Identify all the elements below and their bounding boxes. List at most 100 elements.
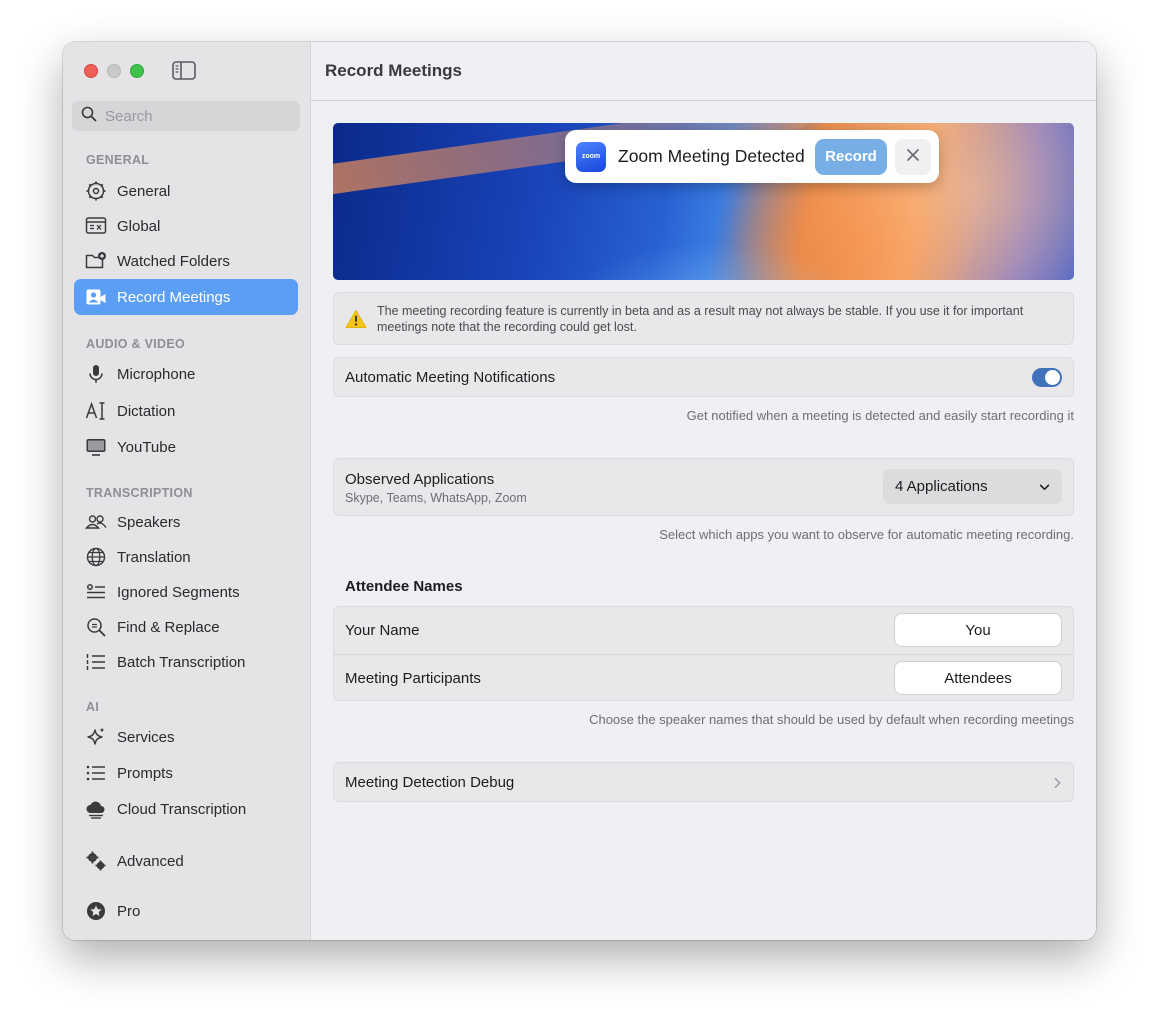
sidebar-item-label: Prompts [117, 764, 173, 782]
sidebar-item-ignored-segments[interactable]: Ignored Segments [74, 574, 298, 610]
meeting-detected-notification: zoom Zoom Meeting Detected Record [565, 130, 939, 183]
sidebar-item-label: Dictation [117, 402, 176, 420]
sidebar-item-label: Microphone [117, 365, 196, 383]
numbered-list-icon [85, 651, 107, 673]
chevron-down-icon [1039, 478, 1050, 495]
observed-applications-row: Observed Applications Skype, Teams, What… [333, 458, 1074, 516]
sidebar-item-label: General [117, 182, 171, 200]
main-content: Record Meetings zoom Zoom Meeting Detect… [311, 42, 1096, 940]
minimize-window-button[interactable] [107, 64, 121, 78]
sidebar-item-label: Speakers [117, 513, 181, 531]
dismiss-notification-button[interactable] [895, 138, 931, 175]
notification-text: Zoom Meeting Detected [618, 146, 805, 166]
magnifier-icon [85, 616, 107, 638]
search-field[interactable] [72, 101, 300, 131]
list-x-icon [85, 581, 107, 603]
sidebar-item-services[interactable]: Services [74, 719, 298, 755]
your-name-row: Your Name [334, 607, 1073, 654]
sidebar-item-label: Translation [117, 548, 191, 566]
sparkles-icon [85, 726, 107, 748]
meeting-detection-debug-label: Meeting Detection Debug [345, 774, 515, 791]
maximize-window-button[interactable] [130, 64, 144, 78]
warning-text: The meeting recording feature is current… [377, 303, 1024, 334]
sidebar-item-youtube[interactable]: YouTube [74, 429, 298, 465]
observed-applications-hint: Select which apps you want to observe fo… [659, 527, 1074, 542]
section-general: GENERAL [86, 153, 150, 167]
sidebar-item-label: Find & Replace [117, 618, 220, 636]
zoom-app-icon: zoom [576, 141, 606, 172]
sidebar-item-advanced[interactable]: Advanced [74, 843, 298, 879]
section-transcription: TRANSCRIPTION [86, 486, 193, 500]
sidebar-item-pro[interactable]: Pro [74, 893, 298, 929]
sidebar-item-speakers[interactable]: Speakers [74, 504, 298, 540]
folder-badge-icon [85, 250, 107, 272]
sidebar-toggle-icon[interactable] [172, 61, 196, 80]
auto-notifications-row: Automatic Meeting Notifications [333, 357, 1074, 397]
your-name-field[interactable] [894, 613, 1062, 647]
applications-select-value: 4 Applications [895, 478, 988, 495]
sidebar-item-prompts[interactable]: Prompts [74, 755, 298, 791]
sidebar-item-find-replace[interactable]: Find & Replace [74, 609, 298, 645]
display-icon [85, 436, 107, 458]
record-button[interactable]: Record [815, 138, 887, 175]
section-audio-video: AUDIO & VIDEO [86, 337, 186, 351]
sidebar-item-batch-transcription[interactable]: Batch Transcription [74, 644, 298, 680]
warning-icon [345, 309, 367, 329]
sidebar-item-watched-folders[interactable]: Watched Folders [74, 243, 298, 279]
keyboard-window-icon [85, 215, 107, 237]
sidebar-item-label: Cloud Transcription [117, 800, 247, 818]
page-title: Record Meetings [325, 61, 462, 80]
search-icon [81, 106, 97, 127]
sidebar-item-general[interactable]: General [74, 173, 298, 209]
sidebar-item-label: Advanced [117, 852, 184, 870]
auto-notifications-hint: Get notified when a meeting is detected … [686, 408, 1074, 423]
titlebar: Record Meetings [311, 42, 1096, 101]
meeting-detection-debug-row[interactable]: Meeting Detection Debug [333, 762, 1074, 802]
sidebar: GENERAL General Global Watched Folders R… [63, 42, 311, 940]
sidebar-item-record-meetings[interactable]: Record Meetings [74, 279, 298, 315]
search-input[interactable] [105, 107, 285, 125]
attendee-names-heading: Attendee Names [345, 578, 463, 595]
meeting-participants-field[interactable] [894, 661, 1062, 695]
close-icon [906, 148, 920, 165]
sidebar-item-label: Batch Transcription [117, 653, 246, 671]
sidebar-item-dictation[interactable]: Dictation [74, 393, 298, 429]
sidebar-item-translation[interactable]: Translation [74, 539, 298, 575]
star-circle-icon [85, 900, 107, 922]
gear-icon [85, 180, 107, 202]
globe-icon [85, 546, 107, 568]
sidebar-item-label: Services [117, 728, 175, 746]
applications-select[interactable]: 4 Applications [883, 469, 1062, 504]
sidebar-item-label: Record Meetings [117, 288, 231, 306]
sidebar-item-label: Pro [117, 902, 141, 920]
people-icon [85, 511, 107, 533]
sidebar-item-label: YouTube [117, 438, 176, 456]
gears-icon [85, 850, 107, 872]
settings-window: GENERAL General Global Watched Folders R… [63, 42, 1096, 940]
attendee-names-card: Your Name Meeting Participants [333, 606, 1074, 701]
auto-notifications-toggle[interactable] [1032, 368, 1062, 387]
close-window-button[interactable] [84, 64, 98, 78]
meeting-participants-row: Meeting Participants [334, 654, 1073, 701]
sidebar-item-microphone[interactable]: Microphone [74, 356, 298, 392]
video-person-icon [85, 286, 107, 308]
bullet-list-icon [85, 762, 107, 784]
chevron-right-icon [1054, 776, 1061, 794]
sidebar-item-label: Watched Folders [117, 252, 230, 270]
your-name-label: Your Name [345, 622, 420, 639]
section-ai: AI [86, 700, 100, 714]
window-controls [84, 64, 144, 78]
observed-applications-label: Observed Applications [345, 471, 495, 488]
cloud-icon [85, 798, 107, 820]
beta-warning-banner: The meeting recording feature is current… [333, 292, 1074, 345]
hero-wallpaper-image: zoom Zoom Meeting Detected Record [333, 123, 1074, 280]
sidebar-item-cloud-transcription[interactable]: Cloud Transcription [74, 791, 298, 827]
observed-applications-list: Skype, Teams, WhatsApp, Zoom [345, 491, 527, 505]
sidebar-item-label: Global [117, 217, 161, 235]
text-cursor-icon [85, 400, 107, 422]
sidebar-item-label: Ignored Segments [117, 583, 240, 601]
attendee-names-hint: Choose the speaker names that should be … [589, 712, 1074, 727]
sidebar-item-global[interactable]: Global [74, 208, 298, 244]
microphone-icon [85, 363, 107, 385]
meeting-participants-label: Meeting Participants [345, 669, 481, 687]
